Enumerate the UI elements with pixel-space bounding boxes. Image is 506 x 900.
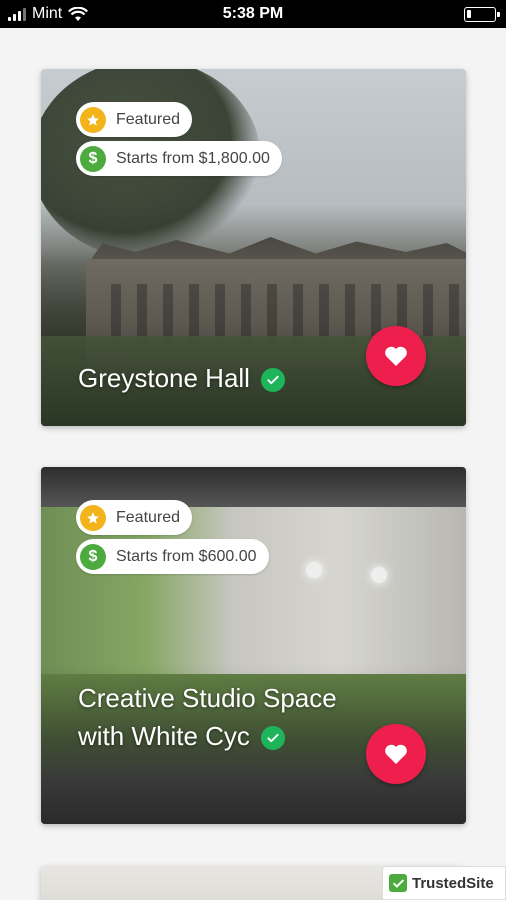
listing-title-text: Greystone Hall	[78, 363, 250, 393]
verified-check-icon	[261, 368, 286, 393]
dollar-icon: $	[80, 543, 106, 570]
featured-label: Featured	[116, 508, 181, 526]
dollar-icon: $	[80, 145, 106, 172]
listing-title-text: Creative Studio Space with White Cyc	[78, 683, 337, 751]
listing-title: Greystone Hall	[78, 359, 368, 397]
price-badge: $ Starts from $600.00	[76, 539, 269, 574]
featured-badge: Featured	[76, 102, 193, 137]
price-badge: $ Starts from $1,800.00	[76, 141, 282, 176]
check-icon	[389, 874, 407, 892]
featured-badge: Featured	[76, 500, 193, 535]
battery-icon	[464, 7, 500, 22]
trustedsite-label: TrustedSite	[412, 874, 494, 892]
listing-card[interactable]: Featured $ Starts from $1,800.00 Greysto…	[41, 69, 466, 426]
heart-icon	[385, 744, 407, 764]
listing-card[interactable]: Featured $ Starts from $600.00 Creative …	[41, 467, 466, 824]
featured-label: Featured	[116, 110, 181, 128]
listing-title: Creative Studio Space with White Cyc	[78, 679, 368, 755]
status-time: 5:38 PM	[222, 5, 284, 22]
star-icon	[80, 106, 106, 133]
price-label: Starts from $600.00	[116, 547, 257, 565]
price-label: Starts from $1,800.00	[116, 149, 270, 167]
favorite-button[interactable]	[366, 724, 426, 784]
favorite-button[interactable]	[366, 326, 426, 386]
trustedsite-seal[interactable]: TrustedSite	[382, 866, 506, 900]
star-icon	[80, 504, 106, 531]
verified-check-icon	[261, 726, 286, 751]
heart-icon	[385, 346, 407, 366]
status-bar: Mint 5:38 PM	[0, 0, 506, 28]
